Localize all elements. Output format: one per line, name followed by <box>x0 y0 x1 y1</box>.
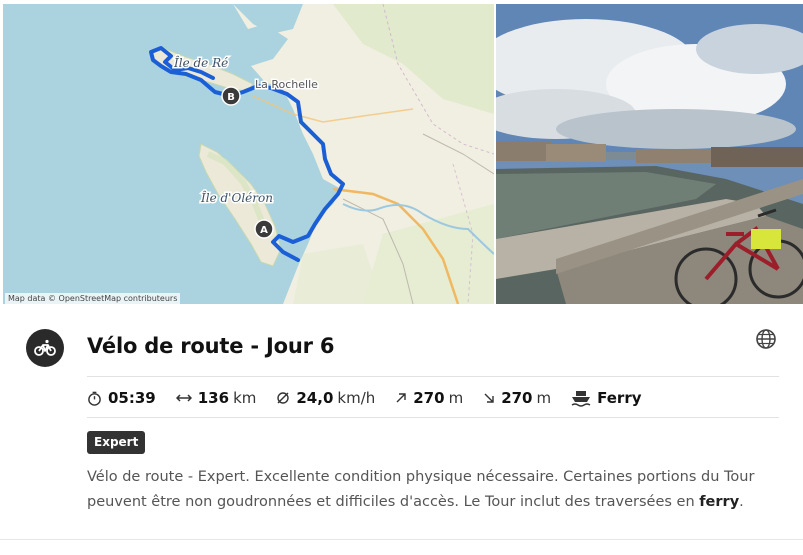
route-map[interactable]: A B Île de Ré La Rochelle Île d'Oléron M… <box>3 4 494 304</box>
distance-unit: km <box>233 389 257 407</box>
stopwatch-icon <box>88 391 101 406</box>
ferry-label: Ferry <box>597 389 642 407</box>
difficulty-badge: Expert <box>87 431 146 454</box>
duration-value: 05:39 <box>108 389 156 407</box>
stat-distance: 136 km <box>175 389 257 407</box>
stat-ascent: 270 m <box>395 389 463 407</box>
tour-photo[interactable] <box>496 4 803 304</box>
road-bike-icon <box>26 329 64 367</box>
distance-value: 136 <box>197 389 230 407</box>
speed-unit: km/h <box>337 389 376 407</box>
tour-description: Vélo de route - Expert. Excellente condi… <box>87 465 777 515</box>
globe-icon[interactable] <box>755 328 777 350</box>
stat-duration: 05:39 <box>87 389 156 407</box>
tour-stats: 05:39 136 km 24,0 km/h 270 m 270 m Ferry <box>87 386 662 410</box>
ascent-value: 270 <box>413 389 445 407</box>
description-end: . <box>739 494 744 510</box>
descent-unit: m <box>536 389 552 407</box>
start-marker[interactable]: A <box>260 225 268 236</box>
map-label-ile-oleron: Île d'Oléron <box>200 190 273 205</box>
speed-value: 24,0 <box>296 389 334 407</box>
photo-icon <box>496 4 803 304</box>
descent-value: 270 <box>501 389 533 407</box>
average-speed-icon <box>277 392 290 404</box>
map-attribution[interactable]: Map data © OpenStreetMap contributeurs <box>5 293 181 304</box>
ferry-icon <box>571 391 591 407</box>
map-label-la-rochelle: La Rochelle <box>255 78 318 91</box>
description-text: Vélo de route - Expert. Excellente condi… <box>87 469 755 510</box>
stat-ferry: Ferry <box>571 389 642 407</box>
ascent-unit: m <box>448 389 464 407</box>
arrow-down-right-icon <box>484 393 494 403</box>
description-ferry-keyword: ferry <box>699 494 740 510</box>
stat-descent: 270 m <box>483 389 551 407</box>
distance-icon <box>175 394 192 402</box>
stats-divider-top <box>87 376 779 377</box>
tour-card: Vélo de route - Jour 6 05:39 136 km 24,0… <box>0 304 803 555</box>
map-label-ile-de-re: Île de Ré <box>173 55 228 70</box>
end-marker[interactable]: B <box>227 92 235 103</box>
tour-title: Vélo de route - Jour 6 <box>87 334 335 358</box>
arrow-up-right-icon <box>396 393 406 403</box>
stats-divider-bottom <box>87 417 779 418</box>
map-canvas: A B Île de Ré La Rochelle Île d'Oléron <box>3 4 494 304</box>
tour-media: A B Île de Ré La Rochelle Île d'Oléron M… <box>0 0 803 304</box>
card-bottom-divider <box>0 539 803 540</box>
stat-speed: 24,0 km/h <box>276 389 375 407</box>
